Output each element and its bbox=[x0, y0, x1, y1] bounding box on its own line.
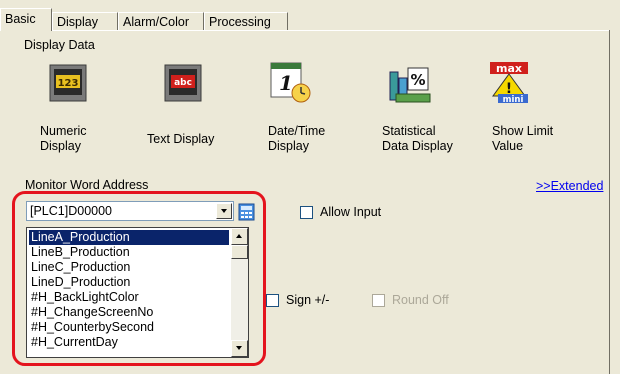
list-item[interactable]: LineB_Production bbox=[29, 245, 229, 260]
scroll-thumb[interactable] bbox=[231, 245, 248, 259]
address-input-keypad-button[interactable] bbox=[238, 203, 256, 221]
show-limit-value-option[interactable]: max ! mini bbox=[488, 60, 530, 105]
tab-divider bbox=[0, 30, 610, 31]
display-data-label: Display Data bbox=[24, 38, 95, 52]
extended-link[interactable]: >>Extended bbox=[536, 179, 603, 193]
list-item[interactable]: LineD_Production bbox=[29, 275, 229, 290]
svg-text:mini: mini bbox=[503, 95, 524, 104]
text-display-option[interactable]: abc bbox=[164, 64, 202, 102]
list-scrollbar[interactable] bbox=[231, 228, 248, 357]
tab-alarm-color[interactable]: Alarm/Color bbox=[118, 12, 204, 30]
tab-basic[interactable]: Basic bbox=[0, 8, 52, 31]
text-display-icon: abc bbox=[164, 64, 202, 102]
round-off-checkbox bbox=[372, 294, 385, 307]
statistical-data-display-option[interactable]: % bbox=[388, 62, 432, 104]
scroll-up-button[interactable] bbox=[231, 228, 248, 245]
sign-label: Sign +/- bbox=[286, 293, 330, 307]
date-time-display-caption: Date/Time Display bbox=[268, 124, 326, 153]
statistical-data-display-caption: Statistical Data Display bbox=[382, 124, 453, 153]
allow-input-checkbox[interactable] bbox=[300, 206, 313, 219]
settings-panel: Basic Display Alarm/Color Processing Dis… bbox=[0, 0, 620, 374]
list-item[interactable]: #H_BackLightColor bbox=[29, 290, 229, 305]
svg-text:123: 123 bbox=[58, 78, 79, 89]
calculator-icon bbox=[238, 203, 255, 221]
scroll-down-button[interactable] bbox=[231, 340, 248, 357]
numeric-display-icon: 123 bbox=[49, 64, 87, 102]
tab-processing[interactable]: Processing bbox=[204, 12, 288, 30]
round-off-label: Round Off bbox=[392, 293, 449, 307]
dropdown-toggle-button[interactable] bbox=[216, 203, 232, 219]
sign-checkbox[interactable] bbox=[266, 294, 279, 307]
date-time-display-option[interactable]: 1 bbox=[268, 60, 312, 104]
statistical-data-display-icon: % bbox=[388, 62, 432, 104]
svg-text:%: % bbox=[410, 71, 425, 89]
svg-text:max: max bbox=[496, 62, 522, 75]
numeric-display-option[interactable]: 123 bbox=[49, 64, 87, 102]
show-limit-value-caption: Show Limit Value bbox=[492, 124, 554, 153]
allow-input-label: Allow Input bbox=[320, 205, 382, 219]
text-display-caption: Text Display bbox=[147, 132, 215, 146]
show-limit-value-icon: max ! mini bbox=[488, 60, 530, 105]
address-value: [PLC1]D00000 bbox=[30, 204, 113, 218]
panel-border bbox=[609, 30, 610, 374]
tab-display[interactable]: Display bbox=[52, 12, 118, 30]
list-item[interactable]: LineC_Production bbox=[29, 260, 229, 275]
address-dropdown-list[interactable]: LineA_Production LineB_Production LineC_… bbox=[26, 227, 249, 358]
list-item[interactable]: LineA_Production bbox=[29, 230, 229, 245]
chevron-up-icon bbox=[236, 234, 242, 238]
svg-text:abc: abc bbox=[174, 78, 192, 88]
chevron-down-icon bbox=[236, 346, 242, 350]
numeric-display-caption: Numeric Display bbox=[40, 124, 87, 153]
list-item[interactable]: #H_CounterbySecond bbox=[29, 320, 229, 335]
svg-text:1: 1 bbox=[279, 71, 293, 95]
monitor-word-address-label: Monitor Word Address bbox=[25, 178, 149, 192]
date-time-display-icon: 1 bbox=[268, 60, 312, 104]
chevron-down-icon bbox=[221, 209, 227, 213]
list-item[interactable]: #H_ChangeScreenNo bbox=[29, 305, 229, 320]
address-combobox[interactable]: [PLC1]D00000 bbox=[26, 201, 234, 221]
list-item[interactable]: #H_CurrentDay bbox=[29, 335, 229, 350]
